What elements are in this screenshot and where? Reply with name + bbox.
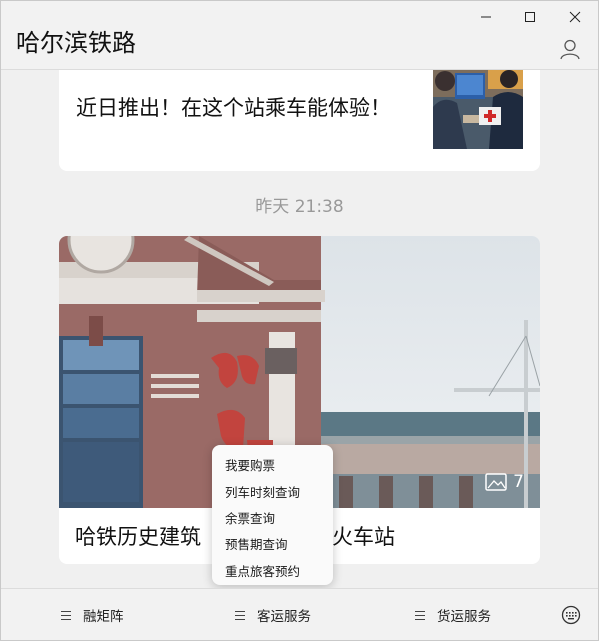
keyboard-icon [561,605,581,625]
menu-item-priority-passenger[interactable]: 重点旅客预约 [225,561,300,580]
menu-item-presale-period[interactable]: 预售期查询 [225,534,288,553]
bottom-menu-passenger-service[interactable]: 客运服务 [235,589,311,640]
bottom-menu-matrix[interactable]: 融矩阵 [61,589,124,640]
image-icon [485,473,507,491]
maximize-button[interactable] [508,5,552,29]
service-popup-menu: 我要购票 列车时刻查询 余票查询 预售期查询 重点旅客预约 [212,445,333,585]
menu-item-train-schedule[interactable]: 列车时刻查询 [225,482,300,501]
close-button[interactable] [553,5,597,29]
bottom-menu-bar: 融矩阵 客运服务 货运服务 [1,588,598,640]
bottom-menu-label: 货运服务 [437,609,491,625]
article-thumbnail [433,70,523,149]
minimize-button[interactable] [464,5,508,29]
article-card[interactable]: 近日推出！在这个站乘车能体验！ [59,70,540,171]
menu-item-ticket-availability[interactable]: 余票查询 [225,508,275,527]
user-profile-button[interactable] [558,37,582,61]
user-icon [560,39,580,60]
close-icon [569,11,581,23]
app-window: 哈尔滨铁路 近日推出！在这个站乘车能体验！ 昨天 21:38 7 哈铁历史建筑 … [0,0,599,641]
bottom-menu-freight-service[interactable]: 货运服务 [415,589,491,640]
image-count-badge: 7 [485,472,524,492]
bottom-menu-label: 融矩阵 [83,609,124,625]
article-title: 近日推出！在这个站乘车能体验！ [76,96,391,120]
title-bar: 哈尔滨铁路 [1,1,598,70]
hamburger-icon [415,610,425,620]
keyboard-toggle-button[interactable] [561,605,581,625]
menu-item-buy-ticket[interactable]: 我要购票 [225,455,275,474]
message-timestamp: 昨天 21:38 [255,197,344,217]
article-title-left: 哈铁历史建筑 [75,525,201,549]
minimize-icon [481,16,491,18]
maximize-icon [525,12,535,22]
app-title: 哈尔滨铁路 [16,29,136,57]
bottom-menu-label: 客运服务 [257,609,311,625]
hamburger-icon [235,610,245,620]
hamburger-icon [61,610,71,620]
image-count: 7 [513,472,524,492]
